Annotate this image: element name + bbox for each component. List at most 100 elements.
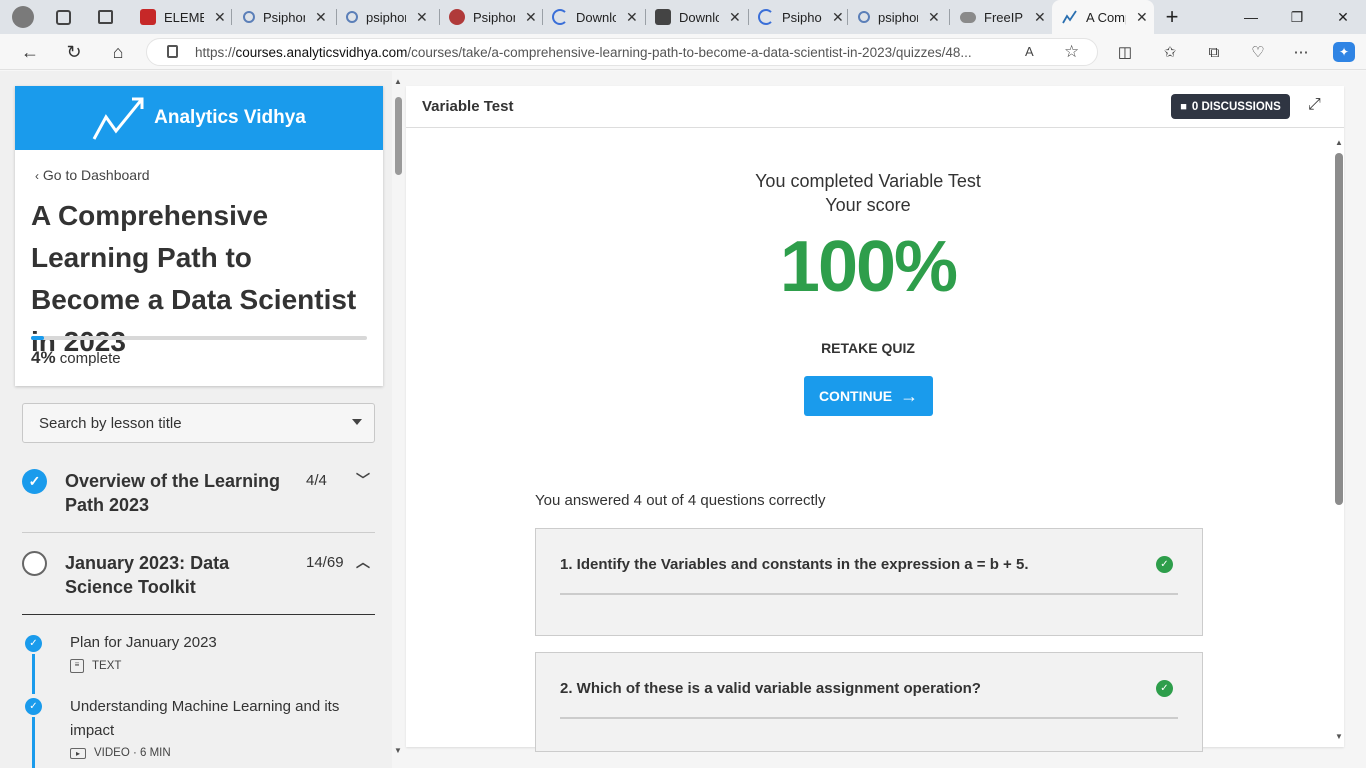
back-link-label: Go to Dashboard	[42, 167, 150, 183]
retake-label: RETAKE QUIZ	[821, 340, 915, 356]
cloud-icon	[960, 11, 976, 23]
brand-logo[interactable]: Analytics Vidhya	[15, 86, 383, 150]
lesson-meta: ▸ VIDEO · 6 MIN	[70, 747, 171, 759]
url-text[interactable]: https://courses.analyticsvidhya.com/cour…	[195, 45, 1007, 60]
favorite-star-icon[interactable]: ☆	[1064, 42, 1079, 62]
video-icon: ▸	[70, 747, 86, 759]
browser-tab[interactable]: Downlo ✕	[544, 0, 646, 34]
close-tab-icon[interactable]: ✕	[1136, 9, 1148, 26]
tab-title: Downlo	[576, 9, 616, 25]
discussions-button[interactable]: ■ 0 DISCUSSIONS	[1171, 94, 1290, 119]
progress-text: 4% complete	[31, 348, 121, 368]
tab-title: Psiphon	[473, 9, 515, 25]
section-overview[interactable]: ✓ Overview of the Learning Path 2023 4/4…	[22, 469, 375, 519]
question-card[interactable]: 1. Identify the Variables and constants …	[535, 528, 1203, 636]
expand-icon[interactable]: ⤢	[1308, 96, 1321, 114]
lesson-progress-line	[32, 717, 35, 768]
scrollbar-thumb[interactable]	[395, 97, 402, 175]
av-logo-icon	[1062, 9, 1078, 25]
loading-icon	[552, 9, 568, 25]
close-tab-icon[interactable]: ✕	[315, 9, 327, 26]
collections-icon[interactable]: ⧉	[1203, 42, 1225, 62]
settings-more-icon[interactable]: ⋯	[1290, 42, 1312, 62]
profile-button[interactable]	[12, 0, 34, 34]
search-icon	[858, 11, 870, 23]
browser-tab[interactable]: Psiphon ✕	[235, 0, 337, 34]
read-aloud-icon[interactable]: A	[1025, 44, 1034, 59]
completed-line: You completed Variable Test	[755, 171, 981, 191]
close-tab-icon[interactable]: ✕	[525, 9, 537, 26]
scrollbar-thumb[interactable]	[1335, 153, 1343, 505]
chat-bubble-icon: ■	[1180, 100, 1187, 113]
scroll-down-arrow-icon[interactable]: ▼	[394, 746, 402, 755]
page-content: Analytics Vidhya ‹ Go to Dashboard A Com…	[0, 71, 1366, 768]
tab-actions-icon	[98, 10, 113, 24]
go-to-dashboard-link[interactable]: ‹ Go to Dashboard	[35, 167, 383, 183]
lesson-title: Understanding Machine Learning and its i…	[70, 698, 340, 739]
tab-title: ELEMEN	[164, 9, 204, 25]
lesson-item[interactable]: Understanding Machine Learning and its i…	[70, 695, 370, 743]
url-bar[interactable]: https://courses.analyticsvidhya.com/cour…	[146, 38, 1098, 66]
tab-title: Downlo	[679, 9, 719, 25]
continue-button[interactable]: CONTINUE →	[804, 376, 933, 416]
tab-actions-button[interactable]	[98, 0, 113, 34]
browser-tab[interactable]: psiphon ✕	[850, 0, 950, 34]
browser-tab[interactable]: psiphon ✕	[338, 0, 440, 34]
course-card: Analytics Vidhya ‹ Go to Dashboard A Com…	[15, 86, 383, 386]
favorites-icon[interactable]: ✩	[1159, 42, 1181, 62]
close-tab-icon[interactable]: ✕	[626, 9, 638, 26]
home-button[interactable]: ⌂	[105, 40, 131, 64]
section-january-2023[interactable]: January 2023: Data Science Toolkit 14/69…	[22, 551, 375, 601]
url-domain: courses.analyticsvidhya.com	[235, 44, 408, 60]
lesson-meta: ≡ TEXT	[70, 659, 121, 673]
minimize-button[interactable]: —	[1228, 0, 1274, 34]
browser-tab[interactable]: Psiphon ✕	[750, 0, 848, 34]
scroll-up-arrow-icon[interactable]: ▲	[394, 77, 402, 86]
workspaces-button[interactable]	[56, 0, 71, 34]
back-button[interactable]: ←	[17, 40, 43, 64]
dark-page-icon	[655, 9, 671, 25]
browser-tab-active[interactable]: A Comp ✕	[1052, 0, 1154, 34]
sidebar-scrollbar[interactable]: ▲ ▼	[393, 77, 404, 759]
lesson-item[interactable]: Plan for January 2023	[70, 631, 370, 655]
close-tab-icon[interactable]: ✕	[214, 9, 226, 26]
quiz-scrollbar[interactable]: ▲ ▼	[1334, 138, 1344, 744]
tab-title: A Comp	[1086, 9, 1126, 25]
browser-tab[interactable]: FreeIP ✕	[952, 0, 1052, 34]
correct-check-icon: ✓	[1156, 556, 1173, 573]
browser-tab[interactable]: Downlo ✕	[647, 0, 749, 34]
close-tab-icon[interactable]: ✕	[832, 9, 844, 26]
new-tab-button[interactable]: +	[1158, 0, 1186, 34]
back-arrow-icon: ←	[21, 41, 39, 62]
browser-essentials-icon[interactable]: ♡	[1247, 42, 1269, 62]
pdf-icon	[140, 9, 156, 25]
url-path: /courses/take/a-comprehensive-learning-p…	[407, 44, 972, 60]
copilot-icon[interactable]: ✦	[1333, 42, 1355, 62]
retake-quiz-link[interactable]: RETAKE QUIZ	[406, 340, 1330, 356]
close-tab-icon[interactable]: ✕	[729, 9, 741, 26]
close-tab-icon[interactable]: ✕	[416, 9, 428, 26]
split-screen-icon[interactable]: ◫	[1114, 42, 1136, 62]
close-window-button[interactable]: ✕	[1320, 0, 1366, 34]
browser-tab[interactable]: ELEMEN ✕	[132, 0, 232, 34]
empty-circle-icon	[22, 551, 47, 576]
course-progress-bar	[31, 336, 367, 340]
question-card[interactable]: 2. Which of these is a valid variable as…	[535, 652, 1203, 752]
close-tab-icon[interactable]: ✕	[928, 9, 940, 26]
progress-fill	[31, 336, 45, 340]
profile-icon	[12, 6, 34, 28]
caret-down-icon	[352, 419, 362, 425]
completion-message: You completed Variable Test Your score	[406, 169, 1330, 217]
search-icon	[243, 11, 255, 23]
section-title: Overview of the Learning Path 2023	[65, 471, 281, 515]
text-doc-icon: ≡	[70, 659, 84, 673]
close-tab-icon[interactable]: ✕	[1034, 9, 1046, 26]
lesson-search-select[interactable]: Search by lesson title	[22, 403, 375, 443]
refresh-button[interactable]: ↻	[61, 40, 87, 64]
progress-percent: 4%	[31, 348, 56, 367]
restore-button[interactable]: ❐	[1274, 0, 1320, 34]
lesson-type: TEXT	[92, 660, 122, 672]
browser-tab[interactable]: Psiphon ✕	[441, 0, 543, 34]
scroll-down-arrow-icon[interactable]: ▼	[1335, 732, 1343, 741]
scroll-up-arrow-icon[interactable]: ▲	[1335, 138, 1343, 147]
